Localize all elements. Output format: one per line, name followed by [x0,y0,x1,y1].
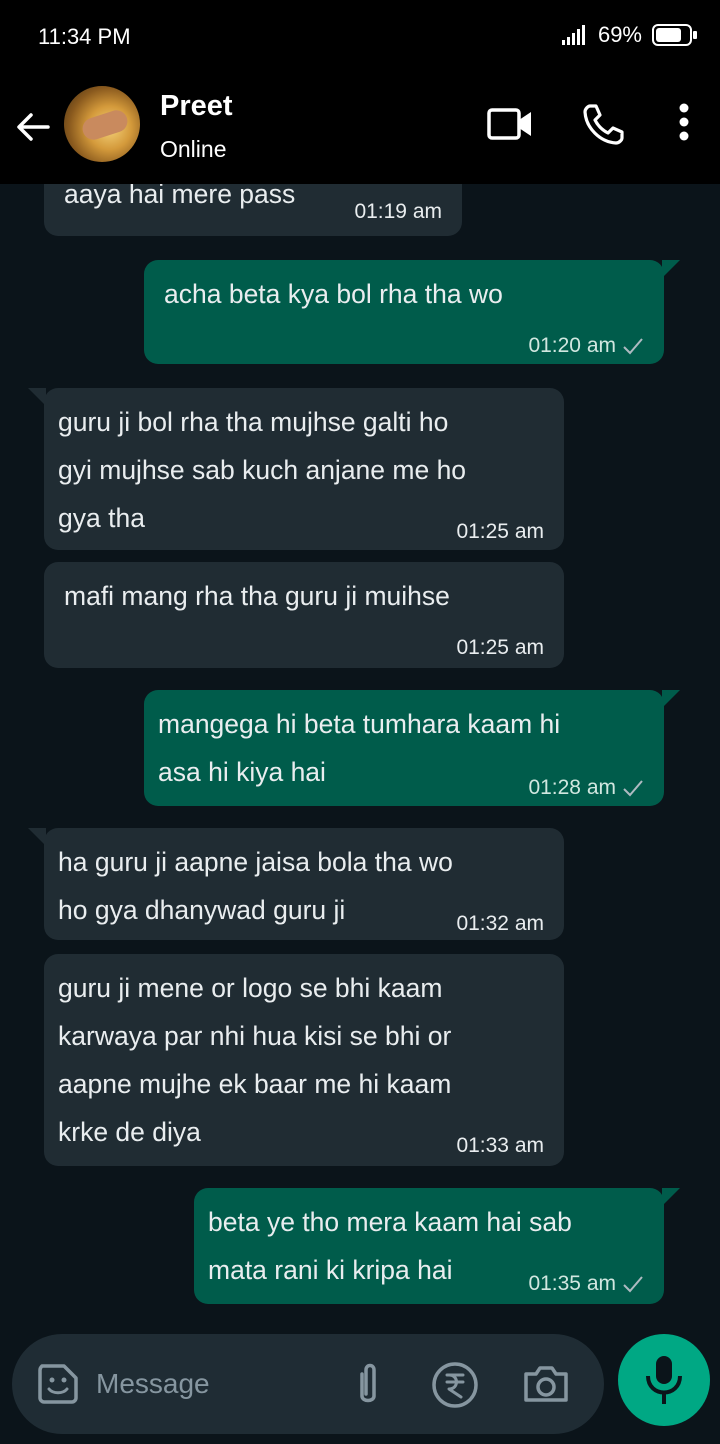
video-call-icon[interactable] [486,100,534,148]
chat-header: Preet Online [0,72,720,184]
message-time: 01:25 am [456,636,544,659]
message-time: 01:28 am [528,764,644,812]
message-input-bar[interactable]: Message [12,1334,604,1434]
message-text: mangega hi beta tumhara kaam hi asa hi k… [158,709,561,787]
check-icon [623,338,643,355]
message-input[interactable]: Message [96,1368,210,1400]
phone-icon[interactable] [580,100,628,148]
camera-icon[interactable] [520,1360,572,1408]
rupee-icon[interactable] [430,1360,480,1410]
paperclip-icon[interactable] [350,1360,386,1410]
message-text: ha guru ji aapne jaisa bola tha wo ho gy… [58,847,453,925]
message-list[interactable]: aaya hai mere pass 01:19 am acha beta ky… [0,184,720,1334]
message-time: 01:25 am [456,520,544,543]
presence-status: Online [160,136,227,162]
message-text: aaya hai mere pass [64,184,296,209]
check-icon [623,780,643,797]
message-text: guru ji bol rha tha mujhse galti ho gyi … [58,407,467,533]
microphone-icon [646,1356,682,1404]
mic-button[interactable] [618,1334,710,1426]
message-time: 01:32 am [456,912,544,935]
battery-icon [652,24,697,46]
message-outgoing[interactable]: beta ye tho mera kaam hai sab mata rani … [194,1188,680,1304]
message-outgoing[interactable]: acha beta kya bol rha tha wo 01:20 am [144,260,680,364]
message-time: 01:20 am [528,322,644,370]
battery-percent: 69% [597,22,642,47]
message-incoming[interactable]: aaya hai mere pass 01:19 am [44,184,462,236]
message-text: acha beta kya bol rha tha wo [164,279,503,309]
status-time: 11:34 PM [38,24,131,49]
message-text: mafi mang rha tha guru ji muihse [64,581,450,611]
arrow-left-icon[interactable] [14,108,52,146]
message-incoming[interactable]: guru ji bol rha tha mujhse galti ho gyi … [28,388,564,550]
status-bar: 11:34 PM 69% [0,0,720,72]
signal-icon [561,25,585,45]
message-incoming[interactable]: ha guru ji aapne jaisa bola tha wo ho gy… [28,828,564,940]
message-outgoing[interactable]: mangega hi beta tumhara kaam hi asa hi k… [144,690,680,806]
more-vertical-icon[interactable] [672,100,696,148]
message-text: guru ji mene or logo se bhi kaam karwaya… [58,973,452,1147]
check-icon [623,1276,643,1293]
message-time: 01:35 am [528,1260,644,1308]
sticker-icon[interactable] [34,1360,82,1408]
message-incoming[interactable]: mafi mang rha tha guru ji muihse 01:25 a… [44,562,564,668]
message-text: beta ye tho mera kaam hai sab mata rani … [208,1207,572,1285]
message-time: 01:33 am [456,1134,544,1157]
message-incoming[interactable]: guru ji mene or logo se bhi kaam karwaya… [44,954,564,1166]
status-right: 69% [561,22,698,48]
contact-name[interactable]: Preet [160,90,233,123]
avatar[interactable] [64,86,140,162]
message-time: 01:19 am [354,200,442,223]
